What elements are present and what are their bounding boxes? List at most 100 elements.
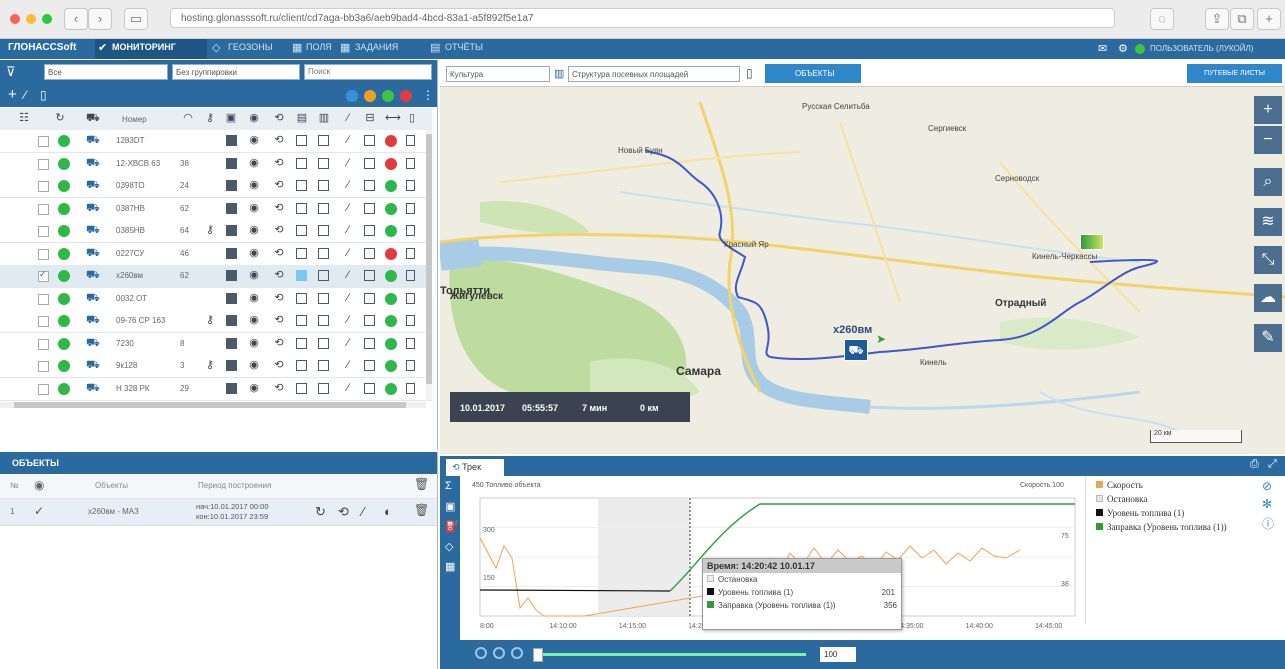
list-icon[interactable] — [296, 315, 307, 326]
doc-icon[interactable] — [318, 247, 329, 259]
history-icon[interactable]: ⟲ — [273, 292, 285, 304]
table-row[interactable]: ⛟ 12-ХВСВ 63 38 ◉ ⟲ ∕ — [0, 152, 432, 176]
menu-fields[interactable]: ПОЛЯ — [306, 42, 332, 52]
menu-reports[interactable]: ОТЧЁТЫ — [445, 42, 483, 52]
pencil-icon[interactable]: ∕ — [342, 359, 354, 371]
rebuild-icon[interactable]: ↻ — [315, 504, 326, 520]
eye-icon[interactable]: ◉ — [248, 134, 260, 146]
pencil-icon[interactable]: ∕ — [342, 179, 354, 191]
report-icon[interactable] — [406, 157, 415, 169]
table-row[interactable]: ✓ ⛟ х260вм 62 ◉ ⟲ ∕ — [0, 265, 432, 288]
card-icon[interactable] — [226, 157, 237, 169]
color-icon[interactable]: ◐ — [384, 504, 392, 519]
edit-icon[interactable]: ∕ — [24, 88, 26, 102]
fuel-icon[interactable]: ⛽ — [445, 520, 459, 533]
tabs-icon[interactable]: ⧉ — [1230, 8, 1254, 30]
sensor-icon[interactable] — [364, 202, 375, 214]
settings-gear-icon[interactable]: ⚙ — [1118, 42, 1128, 55]
drop-icon[interactable]: ◇ — [445, 540, 453, 553]
report-icon[interactable] — [406, 225, 415, 236]
report-icon[interactable] — [406, 180, 415, 191]
doc-icon[interactable] — [318, 225, 329, 236]
row-checkbox[interactable] — [38, 361, 49, 372]
history-icon[interactable]: ⟲ — [338, 504, 349, 520]
list-icon[interactable] — [296, 292, 307, 304]
card-icon[interactable] — [226, 292, 237, 304]
doc-icon[interactable] — [318, 135, 329, 146]
pencil-icon[interactable]: ∕ — [342, 157, 354, 169]
eye-icon[interactable]: ◉ — [248, 247, 260, 259]
table-row[interactable]: ⛟ 0227СУ 46 ◉ ⟲ ∕ — [0, 242, 432, 266]
sensor-icon[interactable] — [364, 270, 375, 281]
alarm-status-icon[interactable] — [400, 90, 412, 102]
report-icon[interactable] — [406, 270, 415, 281]
sensor-icon[interactable] — [364, 225, 375, 236]
user-menu[interactable]: ПОЛЬЗОВАТЕЛЬ (ЛУКОЙЛ) — [1150, 44, 1253, 53]
play-icon[interactable] — [493, 647, 505, 659]
eye-icon[interactable]: ◉ — [248, 269, 260, 281]
report-icon[interactable] — [406, 202, 415, 214]
forward-icon[interactable]: › — [88, 8, 112, 30]
pencil-icon[interactable]: ∕ — [342, 382, 354, 394]
report-icon[interactable] — [406, 360, 415, 371]
card-icon[interactable] — [226, 315, 237, 326]
history-icon[interactable]: ⟲ — [273, 202, 285, 214]
table-icon[interactable]: ▦ — [445, 560, 455, 573]
sensor-icon[interactable] — [364, 135, 375, 146]
row-checkbox[interactable] — [38, 316, 49, 327]
finish-flag-icon[interactable] — [1080, 234, 1104, 250]
map-view[interactable]: Тольятти Жигулевск Самара Отрадный Новый… — [440, 62, 1285, 454]
history-icon[interactable]: ⟲ — [273, 337, 285, 349]
zoom-in-icon[interactable]: + — [1254, 96, 1282, 124]
list-icon[interactable] — [296, 157, 307, 169]
row-checkbox[interactable] — [38, 158, 49, 170]
back-icon[interactable]: ‹ — [64, 8, 88, 30]
delete-icon[interactable]: ▯ — [40, 88, 47, 102]
table-row[interactable]: ⛟ 1283DT ◉ ⟲ ∕ — [0, 130, 432, 153]
eye-icon[interactable]: ◉ — [248, 157, 260, 169]
report-icon[interactable] — [406, 337, 415, 349]
row-checkbox[interactable] — [38, 181, 49, 192]
pencil-icon[interactable]: ∕ — [342, 269, 354, 281]
measure-icon[interactable]: ✎ — [1254, 324, 1282, 352]
pencil-icon[interactable]: ∕ — [342, 314, 354, 326]
history-icon[interactable]: ⟲ — [273, 382, 285, 394]
chart-gear-icon[interactable]: ✻ — [1262, 497, 1272, 511]
pencil-icon[interactable]: ∕ — [342, 202, 354, 214]
pencil-icon[interactable]: ∕ — [342, 337, 354, 349]
objects-tab[interactable]: ОБЪЕКТЫ — [765, 64, 861, 83]
card-icon[interactable] — [226, 360, 237, 371]
report-icon[interactable] — [406, 247, 415, 259]
card-icon[interactable] — [226, 180, 237, 191]
report-icon[interactable] — [406, 135, 415, 146]
sensor-icon[interactable] — [364, 292, 375, 304]
card-icon[interactable] — [226, 247, 237, 259]
grouping-select[interactable]: Без группировки — [172, 64, 300, 80]
weather-icon[interactable]: ☁ — [1254, 284, 1282, 312]
new-tab-icon[interactable]: + — [1257, 8, 1281, 30]
legend-speed[interactable]: Скорость — [1096, 480, 1143, 490]
prev-icon[interactable] — [475, 647, 487, 659]
row-checkbox[interactable] — [38, 136, 49, 147]
close-window-icon[interactable] — [10, 14, 20, 24]
card-icon[interactable] — [226, 382, 237, 394]
sensor-icon[interactable] — [364, 180, 375, 191]
history-icon[interactable]: ⟲ — [273, 269, 285, 281]
layers-icon[interactable]: ≋ — [1254, 208, 1282, 236]
pencil-icon[interactable]: ∕ — [342, 292, 354, 304]
row-checkbox[interactable] — [38, 338, 49, 350]
warning-status-icon[interactable] — [364, 90, 376, 102]
card-icon[interactable] — [226, 202, 237, 214]
reader-icon[interactable]: ◌ — [1150, 8, 1174, 30]
sensor-icon[interactable] — [364, 315, 375, 326]
eye-icon[interactable]: ◉ — [248, 292, 260, 304]
doc-icon[interactable] — [318, 337, 329, 349]
minimize-window-icon[interactable] — [26, 14, 36, 24]
zoom-window-icon[interactable] — [42, 14, 52, 24]
table-row[interactable]: ⛟ 0385НВ 64 ⚷ ◉ ⟲ ∕ — [0, 220, 432, 243]
eye-icon[interactable]: ◉ — [248, 359, 260, 371]
trash-all-icon[interactable]: 🗑 — [414, 477, 429, 491]
row-checkbox[interactable] — [38, 293, 49, 305]
row-checkbox[interactable] — [38, 203, 49, 215]
save-icon[interactable]: ▣ — [445, 500, 455, 513]
